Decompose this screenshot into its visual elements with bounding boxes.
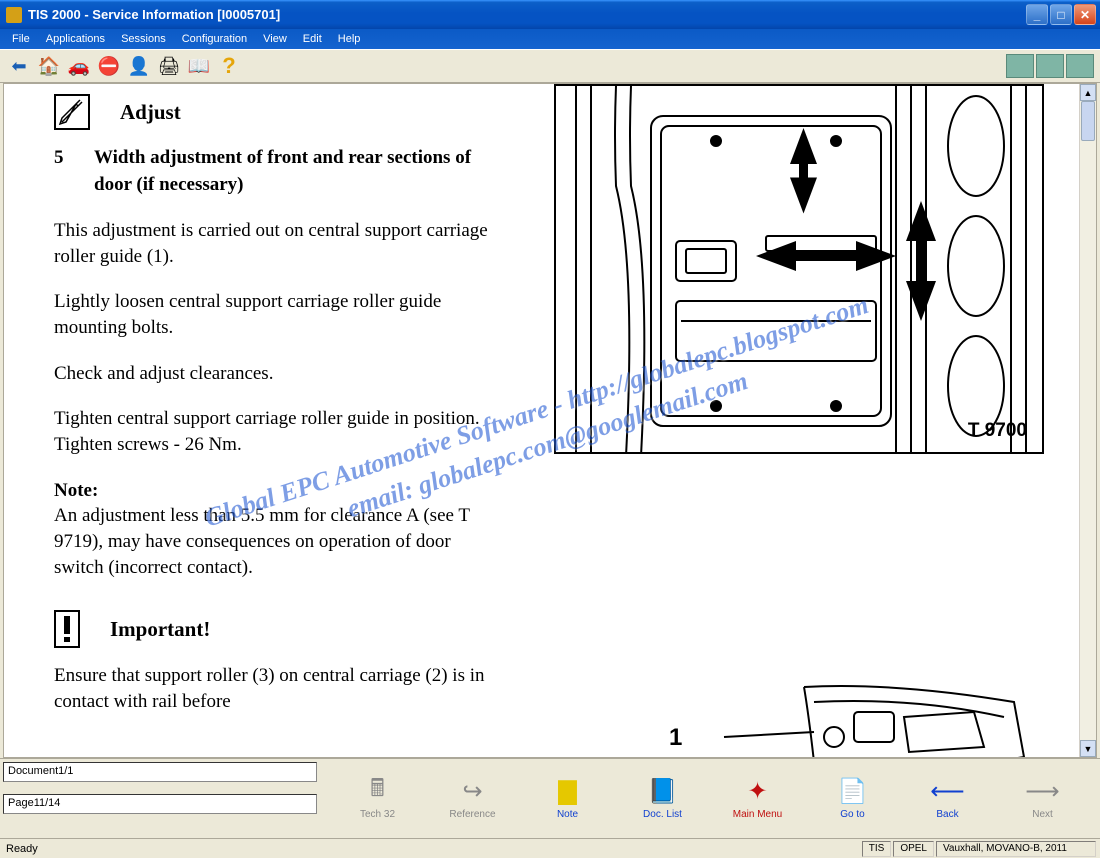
scroll-up-icon[interactable]: ▲: [1080, 84, 1096, 101]
menu-edit[interactable]: Edit: [295, 31, 330, 47]
page-info-field[interactable]: Page11/14: [3, 794, 317, 814]
help-icon[interactable]: ?: [216, 53, 242, 79]
paragraph-2: Lightly loosen central support carriage …: [54, 289, 504, 340]
note-block: Note: An adjustment less than 5.5 mm for…: [54, 478, 504, 581]
scroll-down-icon[interactable]: ▼: [1080, 740, 1096, 757]
important-icon: [54, 610, 80, 648]
note-icon: ▇: [558, 777, 576, 805]
vehicle-icon[interactable]: 🚗: [66, 53, 92, 79]
menu-file[interactable]: File: [4, 31, 38, 47]
book-icon[interactable]: 📖: [186, 53, 212, 79]
window-title: TIS 2000 - Service Information [I0005701…: [26, 7, 1026, 22]
diagram-label: T 9700: [968, 418, 1027, 444]
doclist-icon: 📘: [648, 777, 678, 805]
menu-help[interactable]: Help: [330, 31, 369, 47]
step-number: 5: [54, 145, 94, 198]
important-title: Important!: [110, 615, 210, 643]
home-icon[interactable]: 🏠: [36, 53, 62, 79]
user-icon[interactable]: 👤: [126, 53, 152, 79]
doclist-button[interactable]: 📘 Doc. List: [628, 777, 698, 820]
footer-toolbar: Document1/1 Page11/14 🖩 Tech 32 ↪ Refere…: [0, 758, 1100, 838]
next-icon: ⟶: [1025, 777, 1059, 805]
menu-configuration[interactable]: Configuration: [174, 31, 255, 47]
menu-applications[interactable]: Applications: [38, 31, 113, 47]
panel1-button[interactable]: [1006, 54, 1034, 78]
menubar: File Applications Sessions Configuration…: [0, 29, 1100, 49]
statusbar: Ready TIS OPEL Vauxhall, MOVANO-B, 2011: [0, 838, 1100, 858]
minimize-button[interactable]: _: [1026, 4, 1048, 25]
print-icon[interactable]: 🖨: [156, 53, 182, 79]
step-title: Width adjustment of front and rear secti…: [94, 145, 474, 198]
paragraph-5: Ensure that support roller (3) on centra…: [54, 663, 504, 714]
menu-view[interactable]: View: [255, 31, 295, 47]
goto-icon: 📄: [838, 777, 868, 805]
adjust-title: Adjust: [120, 98, 181, 126]
status-ready: Ready: [4, 843, 860, 855]
stop-icon[interactable]: ⛔: [96, 53, 122, 79]
note-label: Note:: [54, 480, 98, 501]
callout-1: 1: [669, 722, 682, 754]
panel3-button[interactable]: [1066, 54, 1094, 78]
back-icon: ⟵: [930, 777, 964, 805]
tech32-button[interactable]: 🖩 Tech 32: [343, 777, 413, 820]
mainmenu-button[interactable]: ✦ Main Menu: [723, 777, 793, 820]
document-view[interactable]: Adjust 5 Width adjustment of front and r…: [4, 84, 1079, 757]
close-button[interactable]: ✕: [1074, 4, 1096, 25]
menu-sessions[interactable]: Sessions: [113, 31, 174, 47]
exit-icon[interactable]: ⬅: [6, 53, 32, 79]
mainmenu-icon: ✦: [747, 777, 767, 805]
adjust-icon: [54, 94, 90, 130]
status-vehicle: Vauxhall, MOVANO-B, 2011: [936, 841, 1096, 857]
titlebar: TIS 2000 - Service Information [I0005701…: [0, 0, 1100, 29]
toolbar: ⬅ 🏠 🚗 ⛔ 👤 🖨 📖 ?: [0, 49, 1100, 83]
diagram-lower: 1: [554, 657, 1044, 757]
note-button[interactable]: ▇ Note: [533, 777, 603, 820]
scroll-thumb[interactable]: [1081, 101, 1095, 141]
content-area: Adjust 5 Width adjustment of front and r…: [3, 83, 1097, 758]
goto-button[interactable]: 📄 Go to: [818, 777, 888, 820]
vertical-scrollbar[interactable]: ▲ ▼: [1079, 84, 1096, 757]
calculator-icon: 🖩: [370, 777, 384, 805]
paragraph-4: Tighten central support carriage roller …: [54, 406, 504, 457]
back-button[interactable]: ⟵ Back: [913, 777, 983, 820]
diagram-t9700: T 9700: [554, 84, 1044, 454]
status-opel: OPEL: [893, 841, 934, 857]
next-button[interactable]: ⟶ Next: [1008, 777, 1078, 820]
note-text: An adjustment less than 5.5 mm for clear…: [54, 505, 470, 577]
maximize-button[interactable]: □: [1050, 4, 1072, 25]
panel2-button[interactable]: [1036, 54, 1064, 78]
status-tis: TIS: [862, 841, 892, 857]
document-info-field[interactable]: Document1/1: [3, 762, 317, 782]
reference-button[interactable]: ↪ Reference: [438, 777, 508, 820]
reference-icon: ↪: [462, 777, 482, 805]
app-icon: [6, 7, 22, 23]
paragraph-3: Check and adjust clearances.: [54, 361, 504, 387]
paragraph-1: This adjustment is carried out on centra…: [54, 218, 504, 269]
